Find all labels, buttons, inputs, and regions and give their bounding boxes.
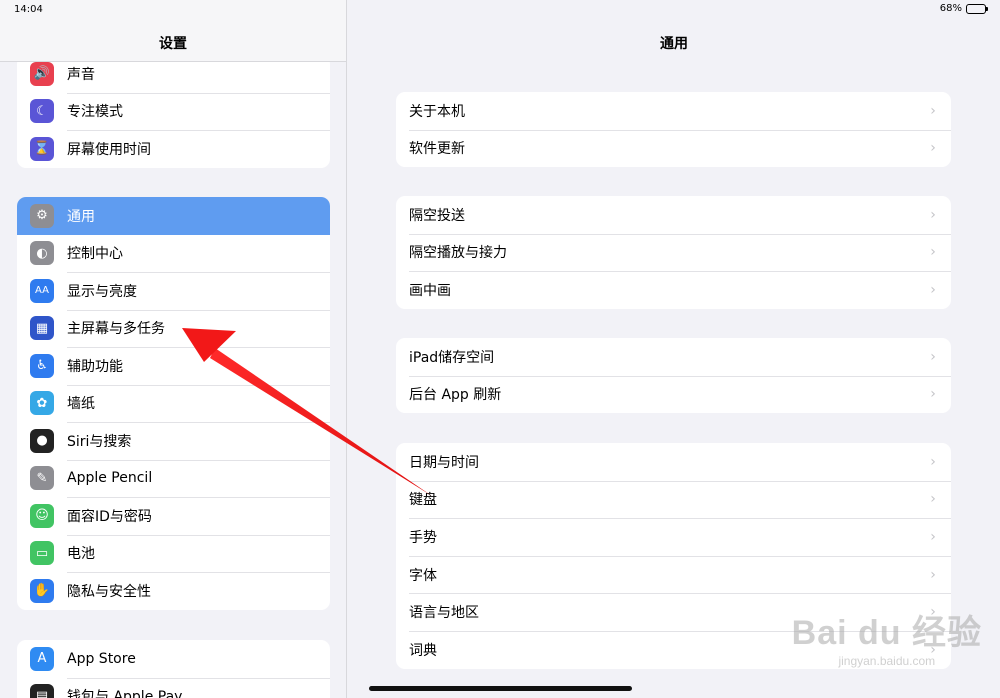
text-size-icon: AA	[30, 278, 54, 303]
setting-label: 隔空播放与接力	[409, 245, 507, 262]
general-setting-row[interactable]: 软件更新 ›	[396, 129, 951, 168]
accessibility-icon: ♿	[30, 353, 54, 378]
general-setting-row[interactable]: 隔空投送 ›	[396, 196, 951, 234]
general-setting-row[interactable]: 手势 ›	[396, 518, 951, 556]
chevron-right-icon: ›	[930, 281, 936, 298]
sidebar-item-label: 控制中心	[67, 246, 123, 263]
chevron-right-icon: ›	[930, 386, 936, 403]
face-id-icon: ☺	[30, 503, 54, 528]
sidebar-item[interactable]: ▤ 钱包与 Apple Pay	[17, 677, 330, 698]
watermark-main: Bai du 经验	[791, 614, 982, 652]
sidebar-item-label: 显示与亮度	[67, 283, 137, 300]
pencil-icon: ✎	[30, 466, 54, 491]
sidebar-item-label: 电池	[67, 546, 95, 563]
app-store-icon: A	[30, 646, 54, 671]
speaker-icon: 🔊	[30, 61, 54, 86]
moon-icon: ☾	[30, 99, 54, 124]
home-grid-icon: ▦	[30, 316, 54, 341]
sidebar-item-label: 屏幕使用时间	[67, 141, 151, 158]
sidebar-item-label: 主屏幕与多任务	[67, 321, 165, 338]
sidebar-item-label: 墙纸	[67, 396, 95, 413]
general-setting-row[interactable]: 隔空播放与接力 ›	[396, 233, 951, 272]
sidebar-item-label: 隐私与安全性	[67, 583, 151, 600]
general-setting-row[interactable]: 后台 App 刷新 ›	[396, 375, 951, 414]
sidebar-item[interactable]: ✎ Apple Pencil	[17, 459, 330, 498]
sidebar-item[interactable]: ▦ 主屏幕与多任务	[17, 309, 330, 348]
general-setting-row[interactable]: 关于本机 ›	[396, 92, 951, 130]
gear-icon: ⚙	[30, 203, 54, 228]
status-time: 14:04	[14, 4, 43, 15]
main-group-about: 关于本机 › 软件更新 ›	[396, 92, 951, 168]
chevron-right-icon: ›	[930, 244, 936, 261]
chevron-right-icon: ›	[930, 206, 936, 223]
general-setting-row[interactable]: 画中画 ›	[396, 271, 951, 309]
sidebar-item[interactable]: ☾ 专注模式	[17, 92, 330, 131]
home-indicator[interactable]	[369, 686, 632, 691]
main-group-airdrop: 隔空投送 › 隔空播放与接力 › 画中画 ›	[396, 196, 951, 309]
status-battery: 68%	[939, 3, 988, 14]
sidebar-item[interactable]: ⚙ 通用	[17, 197, 330, 235]
sidebar-item[interactable]: ● Siri与搜索	[17, 422, 330, 460]
sidebar-group-store: A App Store ▤ 钱包与 Apple Pay	[17, 640, 330, 698]
hourglass-icon: ⌛	[30, 136, 54, 161]
setting-label: iPad储存空间	[409, 349, 495, 366]
sidebar-item-label: 专注模式	[67, 104, 123, 121]
setting-label: 日期与时间	[409, 454, 479, 471]
sidebar-item[interactable]: AA 显示与亮度	[17, 272, 330, 310]
battery-percent: 68%	[939, 3, 962, 14]
battery-icon	[966, 3, 988, 14]
setting-label: 隔空投送	[409, 207, 465, 224]
sidebar-item-label: Apple Pencil	[67, 470, 153, 487]
watermark-sub: jingyan.baidu.com	[838, 654, 936, 668]
setting-label: 软件更新	[409, 141, 465, 158]
hand-icon: ✋	[30, 578, 54, 603]
baidu-watermark: Bai du 经验 jingyan.baidu.com	[792, 605, 982, 668]
setting-label: 字体	[409, 567, 437, 584]
setting-label: 手势	[409, 529, 437, 546]
main-title: 通用	[660, 36, 688, 52]
setting-label: 键盘	[409, 492, 437, 509]
sidebar-item[interactable]: ✿ 墙纸	[17, 384, 330, 423]
setting-label: 画中画	[409, 282, 451, 299]
sidebar-item-label: 钱包与 Apple Pay	[67, 689, 183, 698]
settings-sidebar: 设置 🔊 声音 ☾ 专注模式 ⌛ 屏幕使用时间 ⚙ 通用 ◐ 控制中心 AA 显示与亮度 ▦ 主屏幕与多…	[0, 0, 347, 698]
sidebar-item-label: 辅助功能	[67, 358, 123, 375]
general-setting-row[interactable]: iPad储存空间 ›	[396, 338, 951, 376]
sidebar-item[interactable]: ▭ 电池	[17, 534, 330, 573]
chevron-right-icon: ›	[930, 491, 936, 508]
chevron-right-icon: ›	[930, 528, 936, 545]
sidebar-group-sound: 🔊 声音 ☾ 专注模式 ⌛ 屏幕使用时间	[17, 55, 330, 168]
wallet-icon: ▤	[30, 684, 54, 698]
sidebar-item[interactable]: ☺ 面容ID与密码	[17, 497, 330, 535]
sidebar-item-label: App Store	[67, 650, 136, 667]
general-setting-row[interactable]: 日期与时间 ›	[396, 443, 951, 481]
chevron-right-icon: ›	[930, 348, 936, 365]
flower-icon: ✿	[30, 391, 54, 416]
sidebar-item[interactable]: ♿ 辅助功能	[17, 347, 330, 385]
sidebar-item[interactable]: ◐ 控制中心	[17, 235, 330, 273]
sidebar-item[interactable]: ✋ 隐私与安全性	[17, 572, 330, 610]
sidebar-item-label: Siri与搜索	[67, 433, 132, 450]
setting-label: 关于本机	[409, 103, 465, 120]
general-setting-row[interactable]: 键盘 ›	[396, 480, 951, 519]
general-settings-pane: 通用 关于本机 › 软件更新 › 隔空投送 › 隔空播放与接力 › 画中画 › iPad储存空间…	[348, 0, 1000, 698]
sidebar-group-general: ⚙ 通用 ◐ 控制中心 AA 显示与亮度 ▦ 主屏幕与多任务 ♿ 辅助功能 ✿ 墙纸 ● Siri与搜索 ✎…	[17, 197, 330, 610]
status-bar: 14:04 68%	[0, 0, 1000, 22]
chevron-right-icon: ›	[930, 140, 936, 157]
setting-label: 后台 App 刷新	[409, 387, 502, 404]
chevron-right-icon: ›	[930, 453, 936, 470]
sidebar-item-label: 面容ID与密码	[67, 508, 152, 525]
main-group-storage: iPad储存空间 › 后台 App 刷新 ›	[396, 338, 951, 414]
general-setting-row[interactable]: 字体 ›	[396, 555, 951, 594]
toggles-icon: ◐	[30, 241, 54, 266]
sidebar-item-label: 通用	[67, 208, 95, 225]
battery-icon: ▭	[30, 541, 54, 566]
sidebar-item[interactable]: A App Store	[17, 640, 330, 678]
sidebar-item[interactable]: ⌛ 屏幕使用时间	[17, 130, 330, 168]
sidebar-title: 设置	[159, 36, 187, 52]
chevron-right-icon: ›	[930, 566, 936, 583]
sidebar-item-label: 声音	[67, 66, 95, 83]
chevron-right-icon: ›	[930, 102, 936, 119]
siri-icon: ●	[30, 428, 54, 453]
